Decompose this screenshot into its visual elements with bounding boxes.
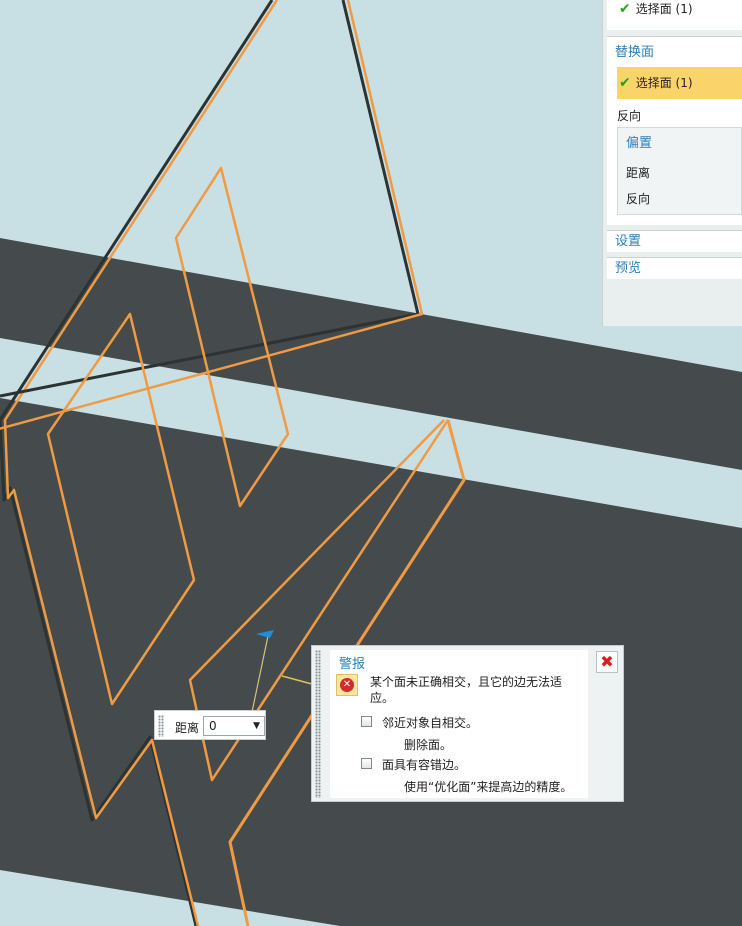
replace-face-selection[interactable]: ✔ 选择面 (1) [617,67,742,99]
offset-distance-label[interactable]: 距离 [626,164,650,181]
drag-handle[interactable] [315,650,321,798]
replace-face-section: 替换面 ✔ 选择面 (1) 反向 偏置 距离 反向 [607,36,742,225]
self-intersect-hint: 删除面。 [404,738,453,752]
replace-face-selection-label: 选择面 (1) [635,76,693,90]
settings-section[interactable]: 设置 [607,230,742,252]
self-intersect-checkbox[interactable] [361,716,372,727]
self-intersect-label: 邻近对象自相交。 [382,716,479,730]
offset-group: 偏置 距离 反向 [617,127,742,215]
top-selection-row[interactable]: ✔ 选择面 (1) [607,0,742,30]
alert-message: 某个面未正确相交，且它的边无法适应。 [370,675,563,705]
tolerant-edge-checkbox[interactable] [361,758,372,769]
dropdown-arrow-icon[interactable]: ▼ [253,717,260,735]
offset-reverse-label[interactable]: 反向 [626,190,650,207]
tolerant-edge-hint: 使用“优化面”来提高边的精度。 [404,780,573,794]
distance-widget-label: 距离 [175,721,200,735]
replace-face-title[interactable]: 替换面 [615,41,654,60]
alert-title: 警报 [339,657,366,672]
reverse-direction-label[interactable]: 反向 [617,107,641,124]
preview-section[interactable]: 预览 [607,257,742,279]
alert-content: 警报 ✕ 某个面未正确相交，且它的边无法适应。 邻近对象自相交。 删除面。 面具… [330,650,588,798]
top-selection-label: 选择面 (1) [635,2,693,16]
distance-value: 0 [209,719,217,733]
alert-dialog: 警报 ✕ 某个面未正确相交，且它的边无法适应。 邻近对象自相交。 删除面。 面具… [311,645,624,802]
drag-handle[interactable] [158,715,164,737]
distance-widget: 距离 0 ▼ [154,710,266,740]
error-icon: ✕ [336,674,358,696]
tolerant-edge-label: 面具有容错边。 [382,758,467,772]
distance-dropdown[interactable]: 0 ▼ [203,716,265,736]
offset-title[interactable]: 偏置 [626,132,652,151]
check-icon: ✔ [619,0,631,17]
close-icon[interactable]: ✖ [596,651,618,673]
check-icon: ✔ [619,74,631,91]
